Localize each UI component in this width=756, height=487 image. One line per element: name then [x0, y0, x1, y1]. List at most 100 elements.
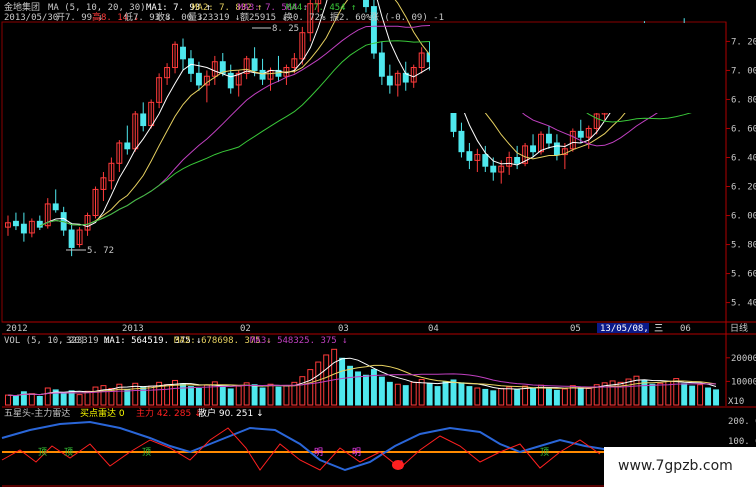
price-axis-labels: 7. 20 7. 00 6. 80 6. 60 6. 40 6. 20 6. 00 5. 80… [731, 37, 756, 308]
signal-label: 顶 [38, 447, 47, 458]
volume-bar [402, 385, 409, 406]
high-annotation: 8. 25 [252, 24, 299, 34]
chart-mask-bottom-left [96, 264, 140, 321]
xaxis-label-05: 05 [570, 324, 581, 334]
indicator-main: 主力 42. 285 ↓ [136, 407, 202, 419]
candle-body [180, 46, 186, 60]
high-price-label: 8. 25 [272, 24, 299, 34]
candle-body [386, 75, 393, 86]
amplitude-value: 振2. 60% [330, 11, 372, 23]
indicator-retail: 散户 90. 251 ↓ [198, 407, 264, 419]
signal-labels: 顶 顶 顶 明 明 明 顶 [38, 447, 549, 471]
signal-marker [392, 460, 404, 470]
xaxis-label-02: 02 [240, 324, 251, 334]
price-tick-label: 5. 80 [731, 241, 756, 251]
candle-body [378, 52, 385, 77]
vol-ma3: MA3: 548325. 375 ↓ [250, 336, 348, 346]
volume-value: 量323319 ↓ [188, 12, 240, 23]
candle-body [12, 220, 19, 227]
volume-panel: VOL (5, 10, 20) 323319 ↓ MA1: 564519. 37… [4, 336, 756, 407]
chart-mask-bottom [140, 240, 725, 321]
change-value: 涨 (-0. 09) -1 [370, 12, 444, 23]
signal-label: 明 [314, 447, 323, 458]
price-tick-label: 6. 80 [731, 95, 756, 105]
volume-bar [36, 396, 43, 406]
volume-bar [84, 390, 91, 406]
indicator-buy: 买点雷达 0 [80, 407, 125, 419]
volume-bar [164, 384, 171, 406]
candle-body [227, 72, 234, 89]
volume-bar [219, 386, 226, 406]
candle-body [482, 154, 489, 167]
volume-bar [426, 383, 433, 406]
price-tick-label: 6. 40 [731, 153, 756, 163]
volume-bar [553, 389, 560, 406]
volume-bar [442, 381, 449, 406]
volume-bar [267, 383, 274, 406]
volume-bar [259, 387, 266, 406]
price-tick-label: 5. 40 [731, 299, 756, 309]
indicator-axis-100: 100. 00 [728, 437, 756, 447]
volume-bar [410, 381, 417, 406]
volume-bar [339, 357, 346, 406]
volume-bar [283, 385, 290, 406]
low-price-label: 5. 72 [87, 246, 114, 256]
date-value: 2013/05/30 [4, 13, 58, 23]
candle-body [52, 203, 59, 211]
turnover-value: 换0. 72% [284, 11, 326, 23]
chart-mask-top-right [430, 23, 725, 113]
volume-bar [275, 386, 282, 406]
candle-body [545, 133, 552, 144]
price-tick-label: 5. 60 [731, 270, 756, 280]
candle-body [363, 0, 369, 8]
price-tick-label: 7. 00 [731, 66, 756, 76]
candle-body [466, 151, 473, 161]
xaxis-label-04: 04 [428, 324, 439, 334]
price-tick-label: 6. 60 [731, 124, 756, 134]
volume-bar [347, 365, 354, 406]
volume-bar [466, 386, 473, 406]
volume-bar [458, 382, 465, 406]
volume-tick-label: 200000 [731, 354, 756, 364]
candle-body [68, 229, 75, 248]
volume-bar [689, 385, 696, 406]
signal-label: 顶 [540, 447, 549, 458]
volume-bar [195, 387, 202, 406]
volume-bar [506, 386, 513, 406]
volume-bar [705, 387, 712, 406]
volume-bar [180, 383, 186, 406]
volume-bar [561, 388, 568, 406]
volume-tick-label: 100000 [731, 377, 756, 387]
period-label: 日线 [730, 322, 748, 334]
ma-params: MA (5, 10, 20, 30) [48, 3, 146, 13]
volume-bar [378, 376, 385, 406]
volume-bar [28, 393, 35, 406]
candle-body [195, 72, 202, 86]
amount-value: 额25915 ↓ [240, 11, 287, 23]
stock-name: 金地集团 [4, 1, 40, 13]
indicator-axis-200: 200. 00 [728, 417, 756, 427]
volume-bar [386, 381, 393, 406]
candle-body [140, 113, 147, 127]
volume-bar [657, 382, 664, 406]
price-tick-label: 6. 20 [731, 183, 756, 193]
volume-bar [235, 385, 242, 406]
candle-body [36, 220, 43, 228]
volume-bar [585, 387, 592, 406]
stock-chart: 7. 20 7. 00 6. 80 6. 60 6. 40 6. 20 6. 00 5. 80… [1, 0, 756, 487]
signal-label: 顶 [142, 447, 151, 458]
volume-bar [697, 384, 704, 406]
volume-bar [187, 386, 194, 406]
volume-bar [307, 369, 314, 406]
volume-bar [299, 376, 306, 406]
signal-label: 顶 [64, 447, 73, 458]
xaxis-label-2013: 2013 [122, 324, 144, 334]
volume-grid: 200000 100000 [726, 354, 756, 387]
price-grid [726, 40, 730, 304]
vol-unit: X10 [728, 397, 744, 407]
candle-body [124, 142, 131, 150]
volume-bar [243, 382, 250, 406]
indicator-name: 五星头-主力雷达 [4, 407, 70, 419]
volume-bar [498, 387, 505, 406]
volume-bar [5, 394, 11, 406]
